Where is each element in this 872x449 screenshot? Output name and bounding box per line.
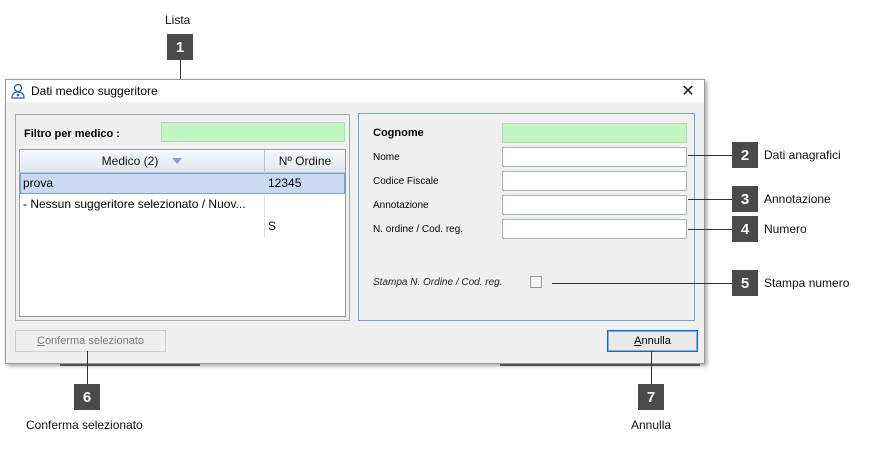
callout-5-badge: 5 xyxy=(732,270,758,296)
doctor-details-panel: Cognome Nome Codice Fiscale Annotazione … xyxy=(358,113,695,321)
callout-2-label: Dati anagrafici xyxy=(764,148,841,162)
annulla-button[interactable]: Annulla xyxy=(607,330,698,352)
callout-2-badge: 2 xyxy=(732,142,758,168)
sort-descending-icon xyxy=(172,158,183,164)
cell-ordine: S xyxy=(268,219,277,233)
dialog-window: Dati medico suggeritore ✕ Filtro per med… xyxy=(5,79,705,364)
nome-field[interactable] xyxy=(502,147,687,167)
callout-6-label: Conferma selezionato xyxy=(26,418,143,432)
callout-5-label: Stampa numero xyxy=(764,276,850,290)
stampa-label: Stampa N. Ordine / Cod. reg. xyxy=(373,277,503,288)
nome-label: Nome xyxy=(373,152,400,163)
close-icon[interactable]: ✕ xyxy=(680,82,696,100)
table-row[interactable]: prova 12345 xyxy=(20,173,345,194)
codice-fiscale-label: Codice Fiscale xyxy=(373,176,439,187)
column-header-ordine[interactable]: Nº Ordine xyxy=(265,150,345,172)
callout-7-leader xyxy=(651,351,652,384)
codice-fiscale-field[interactable] xyxy=(502,171,687,191)
annotazione-label: Annotazione xyxy=(373,200,429,211)
doctor-list-panel: Filtro per medico : Medico (2) Nº Ordine… xyxy=(15,114,350,321)
annulla-accelerator: A xyxy=(634,335,642,347)
doctor-grid[interactable]: Medico (2) Nº Ordine prova 12345 - Nessu… xyxy=(19,149,346,317)
callout-2-leader xyxy=(688,155,732,156)
stampa-checkbox[interactable] xyxy=(530,276,542,288)
grid-header: Medico (2) Nº Ordine xyxy=(20,150,345,173)
callout-6-badge: 6 xyxy=(74,384,100,410)
callout-3-label: Annotazione xyxy=(764,192,831,206)
conferma-accelerator: C xyxy=(36,335,45,347)
cell-ordine: 12345 xyxy=(268,176,302,190)
annulla-label: nnulla xyxy=(641,335,671,347)
callout-3-leader xyxy=(688,199,732,200)
callout-6-leader xyxy=(87,351,88,384)
column-header-medico[interactable]: Medico (2) xyxy=(20,150,265,172)
doctor-icon xyxy=(11,83,25,99)
callout-4-label: Numero xyxy=(764,222,807,236)
callout-3-badge: 3 xyxy=(732,186,758,212)
callout-4-leader xyxy=(688,229,732,230)
callout-1-label: Lista xyxy=(165,13,191,27)
cognome-field[interactable] xyxy=(502,123,687,143)
callout-7-badge: 7 xyxy=(638,384,664,410)
cell-medico: prova xyxy=(23,176,54,190)
callout-1-badge: 1 xyxy=(167,34,193,60)
filter-label: Filtro per medico : xyxy=(24,128,120,140)
callout-4-badge: 4 xyxy=(732,216,758,242)
column-header-medico-label: Medico (2) xyxy=(101,154,159,168)
conferma-selezionato-button[interactable]: Conferma selezionato xyxy=(15,330,166,352)
window-title: Dati medico suggeritore xyxy=(31,84,158,98)
conferma-label: onferma selezionato xyxy=(44,335,144,347)
ordine-label: N. ordine / Cod. reg. xyxy=(373,224,464,235)
cognome-label: Cognome xyxy=(373,127,424,139)
ordine-field[interactable] xyxy=(502,219,687,239)
cell-medico: - Nessun suggeritore selezionato / Nuov.… xyxy=(23,197,246,211)
annotazione-field[interactable] xyxy=(502,195,687,215)
title-bar[interactable]: Dati medico suggeritore ✕ xyxy=(6,80,704,102)
filter-input[interactable] xyxy=(161,122,345,142)
callout-5-leader xyxy=(552,283,732,284)
table-row[interactable]: - Nessun suggeritore selezionato / Nuov.… xyxy=(20,194,345,215)
callout-7-label: Annulla xyxy=(631,418,672,432)
table-row[interactable]: S xyxy=(20,216,345,237)
